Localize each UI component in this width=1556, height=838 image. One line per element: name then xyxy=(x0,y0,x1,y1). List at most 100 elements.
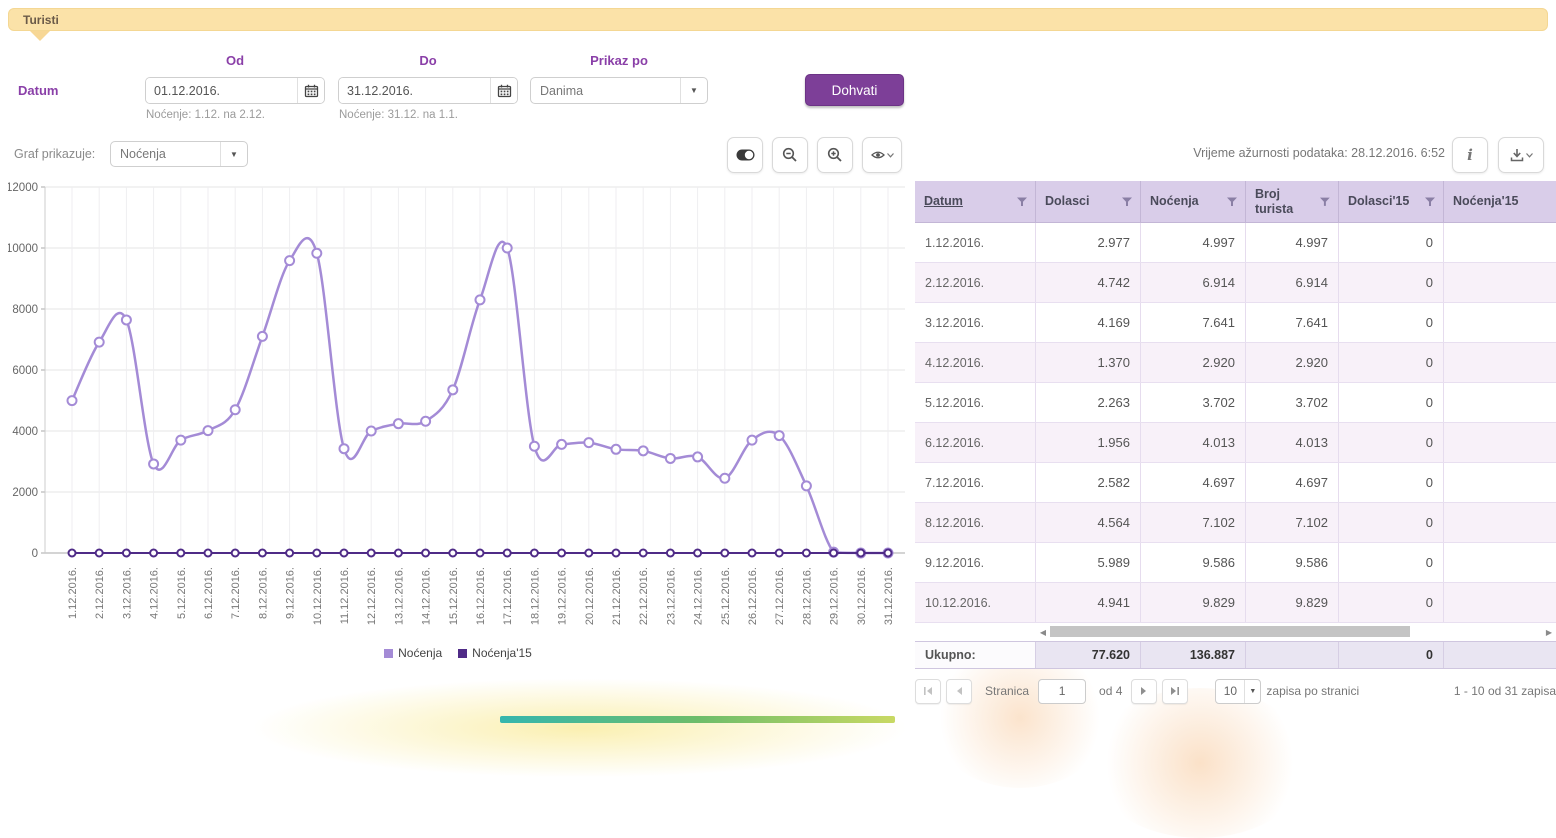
chart-point[interactable] xyxy=(422,550,429,557)
chart-point[interactable] xyxy=(802,481,811,490)
chart-point[interactable] xyxy=(694,550,701,557)
date-to-calendar-button[interactable] xyxy=(490,78,517,103)
chart-point[interactable] xyxy=(421,417,430,426)
chart-point[interactable] xyxy=(448,385,457,394)
chart-point[interactable] xyxy=(313,550,320,557)
chart-point[interactable] xyxy=(394,419,403,428)
chart-point[interactable] xyxy=(639,446,648,455)
chart-point[interactable] xyxy=(122,315,131,324)
table-row[interactable]: 5.12.2016.2.2633.7023.7020 xyxy=(915,383,1556,423)
first-page-button[interactable] xyxy=(915,679,941,704)
chart-zoom-in-button[interactable] xyxy=(817,137,853,173)
chart-point[interactable] xyxy=(666,454,675,463)
chart-point[interactable] xyxy=(885,550,892,557)
chart-point[interactable] xyxy=(286,550,293,557)
chart-point[interactable] xyxy=(613,550,620,557)
chart-point[interactable] xyxy=(259,550,266,557)
chart-point[interactable] xyxy=(204,426,213,435)
scrollbar-thumb[interactable] xyxy=(1050,626,1410,637)
funnel-icon[interactable] xyxy=(1227,197,1237,207)
page-size-select[interactable]: 10 ▼ xyxy=(1215,679,1261,704)
chart-visibility-button[interactable] xyxy=(862,137,902,173)
chart-point[interactable] xyxy=(476,295,485,304)
prev-page-button[interactable] xyxy=(946,679,972,704)
chart-point[interactable] xyxy=(530,442,539,451)
scroll-left-icon[interactable]: ◀ xyxy=(1038,627,1048,637)
column-header-broj-turista[interactable]: Broj turista xyxy=(1246,181,1339,222)
chart-zoom-out-button[interactable] xyxy=(772,137,808,173)
next-page-button[interactable] xyxy=(1131,679,1157,704)
column-header-dolasci-15[interactable]: Dolasci'15 xyxy=(1339,181,1444,222)
chart-point[interactable] xyxy=(285,256,294,265)
chart-point[interactable] xyxy=(150,550,157,557)
chart-point[interactable] xyxy=(232,550,239,557)
download-button[interactable] xyxy=(1498,137,1544,173)
chart-point[interactable] xyxy=(557,440,566,449)
table-row[interactable]: 4.12.2016.1.3702.9202.9200 xyxy=(915,343,1556,383)
scroll-right-icon[interactable]: ▶ xyxy=(1544,627,1554,637)
funnel-icon[interactable] xyxy=(1320,197,1330,207)
chart-point[interactable] xyxy=(584,438,593,447)
chart-point[interactable] xyxy=(857,550,864,557)
column-header-no-enja[interactable]: Noćenja xyxy=(1141,181,1246,222)
chart-point[interactable] xyxy=(558,550,565,557)
graf-prikazuje-select[interactable]: Noćenja ▼ xyxy=(110,141,248,167)
table-row[interactable]: 3.12.2016.4.1697.6417.6410 xyxy=(915,303,1556,343)
chart-point[interactable] xyxy=(585,550,592,557)
chart-point[interactable] xyxy=(340,444,349,453)
info-button[interactable]: i xyxy=(1452,137,1488,173)
date-from-calendar-button[interactable] xyxy=(297,78,324,103)
legend-item[interactable]: Noćenja'15 xyxy=(458,646,532,660)
chart-point[interactable] xyxy=(477,550,484,557)
chart-point[interactable] xyxy=(96,550,103,557)
chart-point[interactable] xyxy=(749,550,756,557)
table-row[interactable]: 2.12.2016.4.7426.9146.9140 xyxy=(915,263,1556,303)
column-header-datum[interactable]: Datum xyxy=(915,181,1036,222)
legend-item[interactable]: Noćenja xyxy=(384,646,442,660)
chart-point[interactable] xyxy=(123,550,130,557)
chart-point[interactable] xyxy=(205,550,212,557)
table-row[interactable]: 6.12.2016.1.9564.0134.0130 xyxy=(915,423,1556,463)
chart-point[interactable] xyxy=(803,550,810,557)
chart-point[interactable] xyxy=(395,550,402,557)
chart-point[interactable] xyxy=(720,474,729,483)
chart-point[interactable] xyxy=(177,550,184,557)
chart-point[interactable] xyxy=(95,338,104,347)
dohvati-button[interactable]: Dohvati xyxy=(805,74,904,106)
date-from-input[interactable] xyxy=(146,78,297,103)
date-to-input[interactable] xyxy=(339,78,490,103)
prikaz-po-select[interactable]: Danima ▼ xyxy=(530,77,708,104)
chart-point[interactable] xyxy=(68,396,77,405)
chart-point[interactable] xyxy=(612,445,621,454)
chart-point[interactable] xyxy=(748,436,757,445)
chart-point[interactable] xyxy=(231,405,240,414)
table-row[interactable]: 9.12.2016.5.9899.5869.5860 xyxy=(915,543,1556,583)
chart-point[interactable] xyxy=(504,550,511,557)
chart-point[interactable] xyxy=(258,332,267,341)
table-row[interactable]: 8.12.2016.4.5647.1027.1020 xyxy=(915,503,1556,543)
last-page-button[interactable] xyxy=(1162,679,1188,704)
table-row[interactable]: 7.12.2016.2.5824.6974.6970 xyxy=(915,463,1556,503)
table-row[interactable]: 10.12.2016.4.9419.8299.8290 xyxy=(915,583,1556,623)
chart-point[interactable] xyxy=(830,550,837,557)
chart-point[interactable] xyxy=(69,550,76,557)
chart-point[interactable] xyxy=(368,550,375,557)
funnel-icon[interactable] xyxy=(1425,197,1435,207)
table-row[interactable]: 1.12.2016.2.9774.9974.9970 xyxy=(915,223,1556,263)
chart-point[interactable] xyxy=(449,550,456,557)
column-header-no-enja-15[interactable]: Noćenja'15 xyxy=(1444,181,1556,222)
column-header-dolasci[interactable]: Dolasci xyxy=(1036,181,1141,222)
chart-point[interactable] xyxy=(693,452,702,461)
chart-point[interactable] xyxy=(367,427,376,436)
chart-point[interactable] xyxy=(640,550,647,557)
chart-point[interactable] xyxy=(721,550,728,557)
chart-point[interactable] xyxy=(775,431,784,440)
funnel-icon[interactable] xyxy=(1017,197,1027,207)
chart-point[interactable] xyxy=(312,249,321,258)
chart-point[interactable] xyxy=(341,550,348,557)
chart-point[interactable] xyxy=(667,550,674,557)
chart-point[interactable] xyxy=(503,244,512,253)
chart-toggle-button[interactable] xyxy=(727,137,763,173)
chart-point[interactable] xyxy=(531,550,538,557)
page-input[interactable] xyxy=(1038,679,1086,704)
